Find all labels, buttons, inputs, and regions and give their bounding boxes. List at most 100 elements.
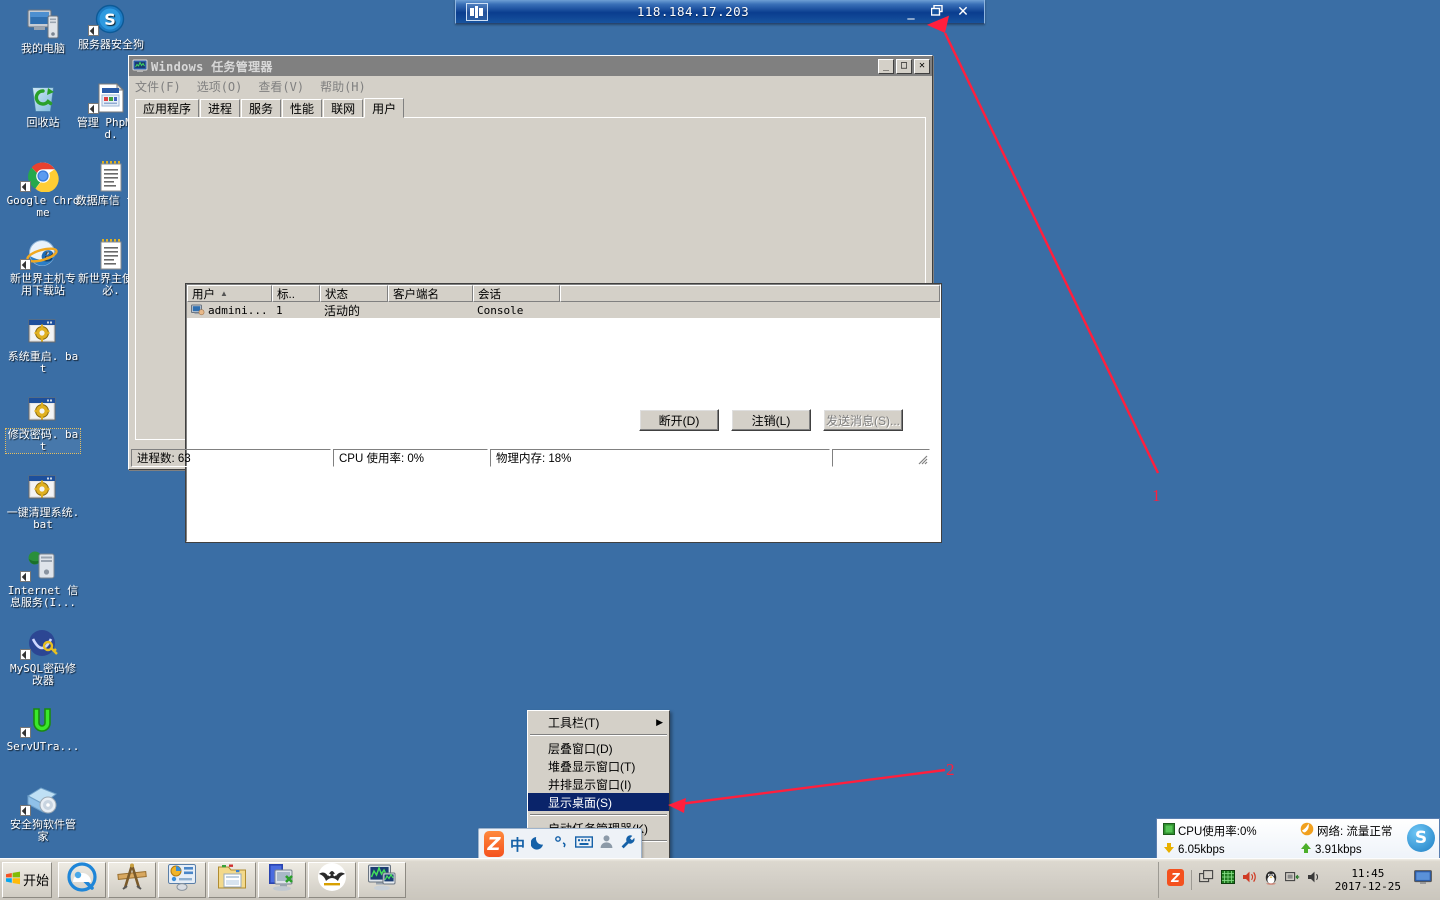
desktop-icon-label: ServUTra... — [6, 740, 80, 753]
quick-launch-remote-desktop[interactable] — [258, 861, 306, 898]
menu-separator — [530, 734, 667, 736]
desktop-icon-3[interactable]: 回收站 — [6, 80, 80, 129]
table-row[interactable]: admini... 1 活动的 Console — [187, 302, 940, 318]
column-header-label: 用户 — [192, 288, 215, 301]
tab-2[interactable]: 进程 — [200, 99, 241, 117]
statusbar-resize-grip[interactable] — [832, 449, 930, 467]
menu-item-1[interactable]: 文件(F) — [135, 78, 181, 95]
sogou-ime-tray-icon[interactable]: Z — [1166, 868, 1184, 891]
shortcut-overlay-icon — [20, 805, 31, 816]
show-desktop-icon[interactable] — [1414, 869, 1432, 890]
column-header-4[interactable]: 客户端名 — [388, 285, 473, 302]
pin-icon[interactable] — [466, 2, 488, 21]
task-manager-menubar[interactable]: 文件(F) 选项(O) 查看(V) 帮助(H) — [129, 76, 932, 96]
taskbar-clock[interactable]: 11:45 2017-12-25 — [1335, 867, 1401, 893]
task-manager-window[interactable]: Windows 任务管理器 _ □ ✕ 文件(F) 选项(O) 查看(V) 帮助(H)… — [128, 55, 942, 543]
desktop-icon-10[interactable]: 修改密码. bat — [5, 392, 81, 454]
column-header-3[interactable]: 状态 — [320, 285, 388, 302]
desktop-icon-14[interactable]: ServUTra... — [6, 704, 80, 753]
cell-status: 活动的 — [324, 303, 361, 318]
desktop-icon-5[interactable]: Google Chrome — [6, 158, 80, 219]
users-list-header[interactable]: 用户 ▲ 标.. 状态 客户端名 会话 — [187, 285, 940, 302]
desktop-icon-7[interactable]: e 新世界主机专用下载站 — [6, 236, 80, 297]
annotation-arrow-2 — [671, 768, 946, 807]
users-action-buttons[interactable]: 断开(D) 注销(L) 发送消息(S)... — [639, 409, 903, 431]
ime-mode-label[interactable]: 中 — [510, 834, 525, 855]
action-button-1[interactable]: 断开(D) — [639, 409, 719, 431]
rdp-close-button[interactable]: ✕ — [950, 4, 976, 20]
task-manager-minimize-button[interactable]: _ — [878, 58, 894, 74]
cell-user-label: admini... — [208, 303, 268, 317]
quick-launch-control-panel[interactable] — [158, 861, 206, 898]
desktop-icon-15[interactable]: 安全狗软件管家 — [6, 782, 80, 843]
ime-language-bar[interactable]: Z 中 — [478, 828, 642, 860]
punctuation-icon[interactable] — [553, 834, 569, 855]
action-button-2[interactable]: 注销(L) — [731, 409, 811, 431]
speaker-icon[interactable] — [1307, 870, 1322, 889]
quick-launch-task-manager[interactable] — [358, 861, 406, 898]
users-list-rows[interactable]: admini... 1 活动的 Console — [187, 302, 940, 318]
sogou-ime-logo[interactable]: Z — [484, 831, 504, 857]
desktop-icon-13[interactable]: MySQL密码修改器 — [6, 626, 80, 687]
tab-5[interactable]: 联网 — [323, 99, 364, 117]
quick-launch-bar[interactable] — [56, 861, 406, 898]
qq-penguin-icon[interactable] — [1264, 870, 1278, 890]
context-menu-item-5[interactable]: 显示桌面(S) — [528, 793, 669, 811]
context-menu-item-1[interactable]: 工具栏(T) ▶ — [528, 713, 669, 731]
window-switch-icon[interactable] — [1198, 869, 1214, 890]
user-icon[interactable] — [599, 834, 614, 854]
context-menu-item-3[interactable]: 堆叠显示窗口(T) — [528, 757, 669, 775]
column-header-5[interactable]: 会话 — [473, 285, 560, 302]
netmon-cpu-label: CPU使用率:0% — [1178, 825, 1257, 838]
desktop-icon-label: 一键清理系统.bat — [6, 506, 80, 531]
task-manager-tabstrip[interactable]: 应用程序 进程 服务 性能 联网 用户 — [135, 98, 926, 118]
desktop-icon-12[interactable]: Internet 信息服务(I... — [6, 548, 80, 609]
wrench-icon[interactable] — [620, 834, 636, 855]
rdp-minimize-button[interactable]: _ — [898, 4, 924, 20]
cell-session: Console — [477, 303, 524, 317]
tab-4[interactable]: 性能 — [282, 99, 323, 117]
desktop-icon-1[interactable]: 我的电脑 — [6, 6, 80, 55]
quick-launch-editor[interactable] — [108, 861, 156, 898]
desktop-icon-label: 我的电脑 — [21, 42, 65, 55]
submenu-arrow-icon: ▶ — [656, 716, 663, 727]
tab-3[interactable]: 服务 — [241, 99, 282, 117]
context-menu-item-4[interactable]: 并排显示窗口(I) — [528, 775, 669, 793]
menu-item-4[interactable]: 帮助(H) — [320, 78, 366, 95]
context-menu-item-2[interactable]: 层叠窗口(D) — [528, 739, 669, 757]
status-cpu-usage: CPU 使用率: 0% — [333, 449, 488, 467]
column-header-2[interactable]: 标.. — [272, 285, 320, 302]
column-header-6[interactable] — [560, 285, 940, 302]
task-manager-close-button[interactable]: ✕ — [914, 58, 930, 74]
task-manager-titlebar[interactable]: Windows 任务管理器 _ □ ✕ — [129, 56, 932, 76]
safe-removal-icon[interactable] — [1284, 870, 1300, 889]
network-monitor-widget[interactable]: CPU使用率:0% 网络: 流量正常 6.05kbps 3.91kbps S — [1156, 818, 1440, 860]
windows-flag-icon — [5, 870, 21, 889]
quick-launch-explorer[interactable] — [208, 861, 256, 898]
tab-6[interactable]: 用户 — [364, 98, 405, 118]
volume-icon[interactable] — [1242, 870, 1257, 889]
system-tray[interactable]: Z 11:45 2017-12-25 — [1157, 861, 1438, 898]
moon-icon[interactable] — [530, 834, 547, 855]
clock-time: 11:45 — [1351, 866, 1385, 880]
quick-launch-bat-tool[interactable] — [308, 861, 356, 898]
annotation-arrowhead-2 — [668, 798, 686, 813]
safedog-badge-icon[interactable]: S — [1407, 824, 1435, 852]
tab-1[interactable]: 应用程序 — [135, 99, 200, 117]
taskbar[interactable]: 开始 Z 11:45 2017-12-25 — [0, 858, 1440, 900]
desktop-icon-9[interactable]: 系统重启. bat — [6, 314, 80, 375]
quick-launch-qq-browser[interactable] — [58, 861, 106, 898]
column-header-1[interactable]: 用户 ▲ — [187, 285, 272, 302]
menu-item-2[interactable]: 选项(O) — [197, 78, 243, 95]
task-manager-maximize-button[interactable]: □ — [896, 58, 912, 74]
annotation-number-2: 2 — [946, 760, 955, 779]
network-grid-icon[interactable] — [1220, 870, 1235, 889]
desktop-icon-11[interactable]: 一键清理系统.bat — [6, 470, 80, 531]
start-button[interactable]: 开始 — [2, 861, 52, 898]
rdp-restore-button[interactable] — [924, 4, 950, 20]
menu-item-3[interactable]: 查看(V) — [258, 78, 304, 95]
desktop-icon-2[interactable]: S 服务器安全狗 — [74, 2, 148, 51]
netmon-download: 6.05kbps — [1163, 842, 1296, 857]
upload-arrow-icon — [1300, 842, 1312, 857]
keyboard-icon[interactable] — [574, 835, 594, 854]
